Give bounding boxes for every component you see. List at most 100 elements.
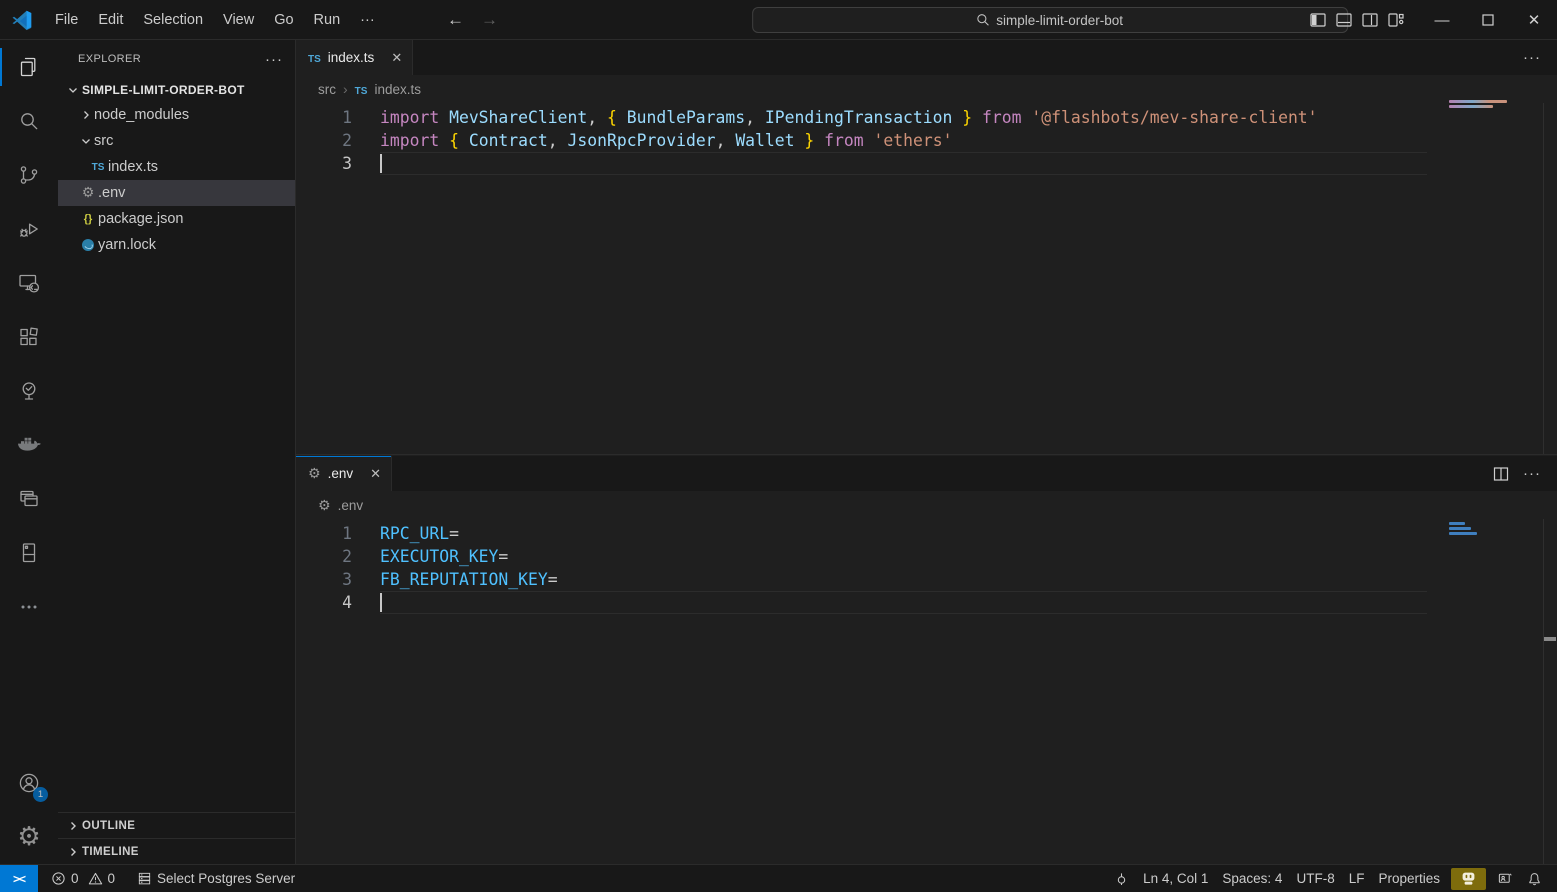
code-text: FB_REPUTATION_KEY=	[352, 568, 558, 591]
breadcrumb[interactable]: ⚙.env	[296, 491, 1557, 519]
encoding-label: UTF-8	[1296, 871, 1334, 886]
breadcrumb[interactable]: src›TSindex.ts	[296, 75, 1557, 103]
maximize-button[interactable]	[1465, 0, 1511, 40]
activitybar-item-settings[interactable]: ⚙	[0, 810, 58, 864]
token-kw: from	[972, 108, 1031, 127]
layout-sidebar-left-icon[interactable]	[1310, 12, 1326, 28]
menu-item-selection[interactable]: Selection	[133, 7, 213, 33]
forward-arrow-icon[interactable]: →	[481, 10, 498, 30]
menu-item-view[interactable]: View	[213, 7, 264, 33]
code-text: import MevShareClient, { BundleParams, I…	[352, 106, 1318, 129]
tree-item-label: index.ts	[108, 159, 158, 175]
activitybar-item-run-debug[interactable]	[0, 202, 58, 256]
tree-item--env[interactable]: ⚙.env	[58, 180, 295, 206]
tree-item-label: node_modules	[94, 107, 189, 123]
tree-item-index-ts[interactable]: TSindex.ts	[58, 154, 295, 180]
statusbar-right: Ln 4, Col 1 Spaces: 4 UTF-8 LF Propertie…	[1107, 868, 1549, 890]
eol-label: LF	[1349, 871, 1365, 886]
code-line: 4	[296, 591, 1557, 614]
error-icon	[51, 871, 66, 886]
remote-indicator[interactable]: ><	[0, 865, 38, 892]
scrollbar[interactable]	[1543, 103, 1557, 454]
activitybar-item-source-control[interactable]	[0, 148, 58, 202]
tree-item-package-json[interactable]: {}package.json	[58, 206, 295, 232]
notifications-status[interactable]	[1520, 868, 1549, 890]
minimap[interactable]	[1447, 456, 1543, 864]
window-controls: — ✕	[1310, 0, 1557, 40]
ports-status[interactable]	[1107, 868, 1136, 890]
code-line: 1import MevShareClient, { BundleParams, …	[296, 106, 1557, 129]
token-key: RPC_URL	[380, 524, 449, 543]
encoding-status[interactable]: UTF-8	[1289, 868, 1341, 890]
scrollbar-thumb[interactable]	[1544, 637, 1556, 641]
chevron-down-icon	[78, 135, 94, 147]
menu-item-edit[interactable]: Edit	[88, 7, 133, 33]
eol-status[interactable]: LF	[1342, 868, 1372, 890]
tree-item-src[interactable]: src	[58, 128, 295, 154]
tab-close-icon[interactable]: ✕	[391, 50, 402, 66]
code-editor[interactable]: 1import MevShareClient, { BundleParams, …	[296, 103, 1557, 175]
line-number: 2	[296, 545, 352, 568]
close-button[interactable]: ✕	[1511, 0, 1557, 40]
layout-sidebar-right-icon[interactable]	[1362, 12, 1378, 28]
menu-item-[interactable]: ···	[350, 7, 385, 33]
postgres-server-status[interactable]: Select Postgres Server	[130, 868, 302, 890]
layout-customize-icon[interactable]	[1388, 12, 1405, 28]
minimap-line	[1449, 522, 1465, 525]
scrollbar[interactable]	[1543, 519, 1557, 864]
copilot-status[interactable]	[1451, 868, 1486, 890]
token-plain: =	[449, 524, 459, 543]
activitybar-item-windows[interactable]	[0, 472, 58, 526]
tree-item-node-modules[interactable]: node_modules	[58, 102, 295, 128]
breadcrumb-item[interactable]: index.ts	[374, 82, 421, 97]
breadcrumb-item[interactable]: .env	[338, 498, 364, 513]
feedback-status[interactable]	[1490, 868, 1520, 890]
menu-item-go[interactable]: Go	[264, 7, 303, 33]
sidebar-section-timeline[interactable]: TIMELINE	[58, 838, 295, 864]
activitybar-item-more[interactable]	[0, 580, 58, 634]
line-number: 3	[296, 152, 352, 175]
token-key: EXECUTOR_KEY	[380, 547, 498, 566]
back-arrow-icon[interactable]: ←	[447, 10, 464, 30]
editor-area: TSindex.ts✕···src›TSindex.ts1import MevS…	[296, 40, 1557, 864]
token-var: JsonRpcProvider	[568, 131, 716, 150]
command-center-search[interactable]: simple-limit-order-bot	[752, 7, 1348, 33]
menu-item-run[interactable]: Run	[304, 7, 351, 33]
activity-bar: 1⚙	[0, 40, 58, 864]
explorer-more-actions-icon[interactable]: ···	[265, 51, 283, 68]
activitybar-item-container[interactable]	[0, 526, 58, 580]
vscode-window: FileEditSelectionViewGoRun··· ← → simple…	[0, 0, 1557, 892]
layout-panel-icon[interactable]	[1336, 12, 1352, 28]
problems-status[interactable]: 0 0	[44, 868, 122, 890]
tab-index-ts[interactable]: TSindex.ts✕	[296, 40, 413, 75]
tab-label: index.ts	[328, 50, 375, 65]
code-editor[interactable]: 1RPC_URL=2EXECUTOR_KEY=3FB_REPUTATION_KE…	[296, 519, 1557, 614]
tree-item-yarn-lock[interactable]: yarn.lock	[58, 232, 295, 258]
gear-file-icon: ⚙	[78, 186, 98, 200]
cursor-position-status[interactable]: Ln 4, Col 1	[1136, 868, 1215, 890]
project-root-row[interactable]: SIMPLE-LIMIT-ORDER-BOT	[58, 78, 295, 102]
tree-item-label: yarn.lock	[98, 237, 156, 253]
activitybar-item-remote-explorer[interactable]	[0, 256, 58, 310]
tab--env[interactable]: ⚙.env✕	[296, 456, 392, 491]
accounts-badge: 1	[33, 787, 48, 802]
language-mode-status[interactable]: Properties	[1371, 868, 1447, 890]
tab-close-icon[interactable]: ✕	[370, 466, 381, 482]
code-line: 2EXECUTOR_KEY=	[296, 545, 1557, 568]
current-line-highlight	[380, 152, 1427, 175]
menu-item-file[interactable]: File	[45, 7, 88, 33]
breadcrumb-item[interactable]: src	[318, 82, 336, 97]
sidebar-section-outline[interactable]: OUTLINE	[58, 812, 295, 838]
search-icon	[976, 13, 990, 27]
activitybar-item-extensions[interactable]	[0, 310, 58, 364]
sidebar-title: EXPLORER	[78, 53, 265, 65]
activitybar-item-tree[interactable]	[0, 364, 58, 418]
indentation-status[interactable]: Spaces: 4	[1215, 868, 1289, 890]
activitybar-item-docker[interactable]	[0, 418, 58, 472]
minimize-button[interactable]: —	[1419, 0, 1465, 40]
minimap[interactable]	[1447, 40, 1543, 454]
code-line: 2import { Contract, JsonRpcProvider, Wal…	[296, 129, 1557, 152]
activitybar-item-search[interactable]	[0, 94, 58, 148]
activitybar-item-accounts[interactable]: 1	[0, 756, 58, 810]
activitybar-item-explorer[interactable]	[0, 40, 58, 94]
